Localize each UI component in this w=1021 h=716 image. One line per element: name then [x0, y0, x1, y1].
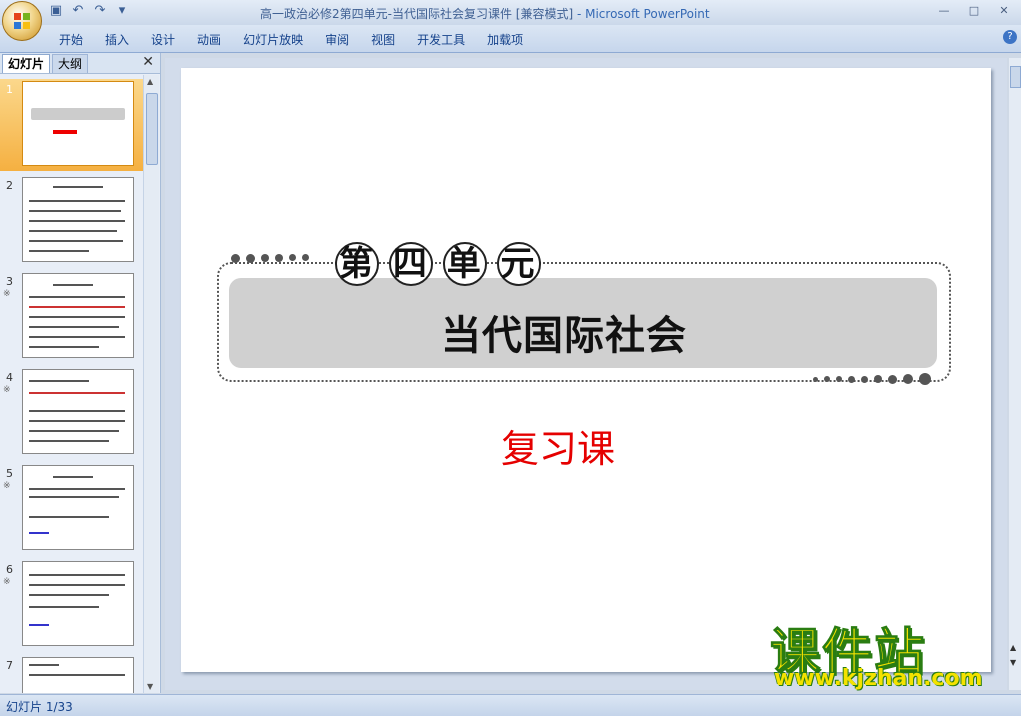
unit-number-title[interactable]: 第 四 单 元 [335, 242, 541, 286]
current-slide[interactable]: 第 四 单 元 当代国际社会 复习课 [181, 68, 991, 672]
animation-icon: ※ [3, 481, 11, 491]
slide-thumbnail-row[interactable]: 4 ※ [0, 367, 143, 459]
slide-number: 4 [6, 371, 13, 384]
panel-close-icon[interactable]: ✕ [142, 54, 154, 70]
slide-thumbnail[interactable] [22, 561, 134, 646]
panel-tabs: 幻灯片 大纲 ✕ [0, 53, 160, 74]
scrollbar-thumb[interactable] [146, 93, 158, 165]
maximize-button[interactable]: □ [961, 2, 987, 20]
customize-icon[interactable]: ▾ [114, 3, 130, 19]
title-bar: ▣ ↶ ↷ ▾ 高一政治必修2第四单元-当代国际社会复习课件 [兼容模式] - … [0, 0, 1021, 25]
app-name: - Microsoft PowerPoint [573, 7, 710, 21]
tab-insert[interactable]: 插入 [94, 31, 140, 48]
slide-thumbnail-row[interactable]: 2 [0, 175, 143, 267]
slide-number: 5 [6, 467, 13, 480]
slide-thumbnail-row[interactable]: 5 ※ [0, 463, 143, 555]
watermark-url: www.kjzhan.com [774, 666, 983, 691]
decorative-dots [813, 373, 931, 385]
window-controls: — □ ✕ [931, 2, 1017, 20]
redo-icon[interactable]: ↷ [92, 3, 108, 19]
close-button[interactable]: ✕ [991, 2, 1017, 20]
document-title: 高一政治必修2第四单元-当代国际社会复习课件 [兼容模式] [260, 7, 574, 21]
watermark-logo: 课件站 www.kjzhan.com [768, 612, 1008, 692]
slide-number: 7 [6, 659, 13, 672]
next-slide-icon[interactable]: ▼ [1010, 658, 1016, 667]
editor-scrollbar[interactable]: ▲ ▼ [1009, 58, 1021, 690]
previous-slide-icon[interactable]: ▲ [1010, 643, 1016, 652]
panel-scrollbar[interactable]: ▲ ▼ [143, 75, 159, 693]
slide-thumbnail-row[interactable]: 7 [0, 655, 143, 693]
scrollbar-thumb[interactable] [1010, 66, 1021, 88]
animation-icon: ※ [3, 289, 11, 299]
tab-developer[interactable]: 开发工具 [406, 31, 476, 48]
slide-number: 6 [6, 563, 13, 576]
tab-animations[interactable]: 动画 [186, 31, 232, 48]
unit-name-title[interactable]: 当代国际社会 [441, 303, 687, 361]
slide-thumbnail[interactable] [22, 177, 134, 262]
minimize-button[interactable]: — [931, 2, 957, 20]
undo-icon[interactable]: ↶ [70, 3, 86, 19]
tab-slideshow[interactable]: 幻灯片放映 [232, 31, 314, 48]
unit-char: 元 [496, 242, 541, 286]
slide-editor: 第 四 单 元 当代国际社会 复习课 [165, 58, 1007, 690]
slide-thumbnail[interactable] [22, 273, 134, 358]
slide-thumbnail-row[interactable]: 6 ※ [0, 559, 143, 651]
quick-access-toolbar: ▣ ↶ ↷ ▾ [48, 3, 130, 19]
tab-slides[interactable]: 幻灯片 [2, 54, 51, 73]
tab-design[interactable]: 设计 [140, 31, 186, 48]
office-logo-icon [14, 13, 30, 29]
tab-view[interactable]: 视图 [360, 31, 406, 48]
window-title: 高一政治必修2第四单元-当代国际社会复习课件 [兼容模式] - Microsof… [260, 5, 710, 22]
tab-home[interactable]: 开始 [48, 31, 94, 48]
unit-char: 四 [388, 242, 433, 286]
save-icon[interactable]: ▣ [48, 3, 64, 19]
slide-thumbnail[interactable] [22, 369, 134, 454]
help-icon[interactable]: ? [1003, 30, 1017, 44]
slide-thumbnail-row[interactable]: 3 ※ [0, 271, 143, 363]
unit-char: 第 [335, 242, 379, 286]
slide-thumbnail[interactable] [22, 657, 134, 693]
scroll-up-icon[interactable]: ▲ [147, 77, 153, 86]
ribbon-tab-bar: 开始 插入 设计 动画 幻灯片放映 审阅 视图 开发工具 加载项 ? [0, 25, 1021, 53]
slide-thumbnail[interactable] [22, 81, 134, 166]
slide-thumbnail[interactable] [22, 465, 134, 550]
thumbnail-list: 1 2 3 ※ 4 ※ 5 ※ 6 ※ 7 [0, 75, 143, 693]
tab-review[interactable]: 审阅 [314, 31, 360, 48]
slide-number: 2 [6, 179, 13, 192]
slide-thumbnail-row[interactable]: 1 [0, 79, 143, 171]
slide-number: 1 [6, 83, 13, 96]
unit-char: 单 [442, 242, 487, 286]
slides-panel: 幻灯片 大纲 ✕ 1 2 3 ※ 4 ※ 5 ※ 6 ※ 7 ▲ ▼ [0, 53, 161, 693]
subtitle-text[interactable]: 复习课 [501, 418, 615, 473]
status-bar: 幻灯片 1/33 [0, 694, 1021, 716]
scroll-down-icon[interactable]: ▼ [147, 682, 153, 691]
tab-addins[interactable]: 加载项 [476, 31, 534, 48]
slide-counter: 幻灯片 1/33 [6, 700, 73, 714]
office-button[interactable] [2, 1, 42, 41]
tab-outline[interactable]: 大纲 [52, 54, 89, 73]
slide-number: 3 [6, 275, 13, 288]
animation-icon: ※ [3, 385, 11, 395]
animation-icon: ※ [3, 577, 11, 587]
